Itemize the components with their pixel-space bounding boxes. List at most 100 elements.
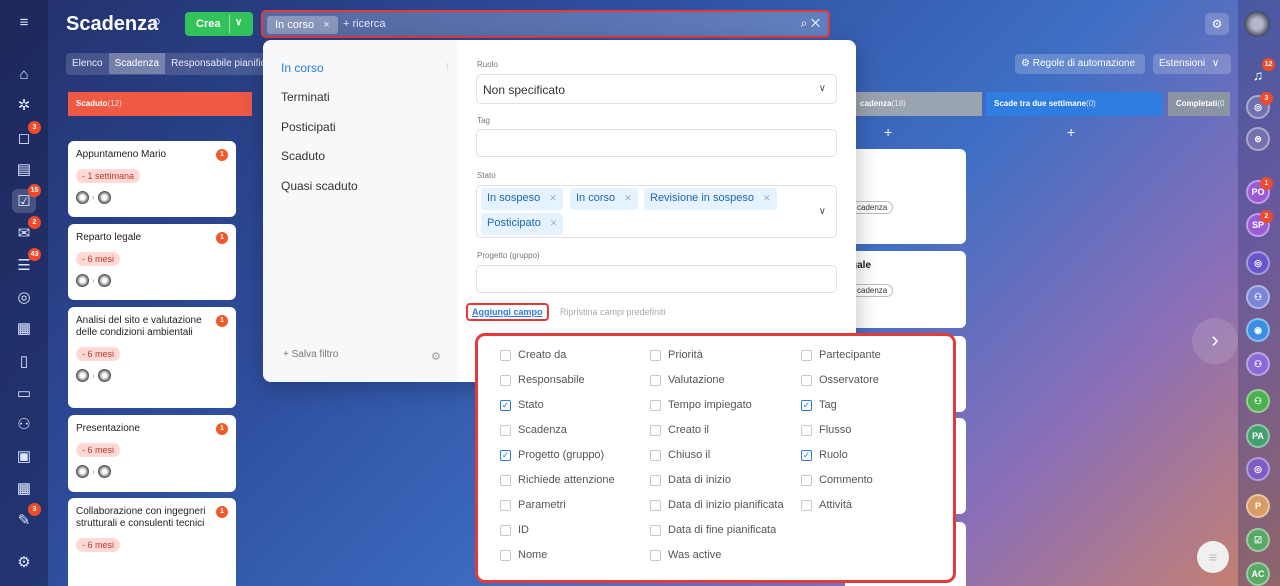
checkbox[interactable] [500,524,511,536]
task-card[interactable]: Appuntameno Mario 1 - 1 settimana › [68,141,236,217]
field-option[interactable]: Responsabile [500,374,585,386]
role-select[interactable]: Non specificato ∨ [476,74,837,104]
checkbox[interactable] [500,349,511,361]
tab-scadenza[interactable]: Scadenza [108,53,166,74]
preset-item[interactable]: Terminati [281,90,330,104]
document-icon[interactable]: ▯ [12,349,36,373]
add-task-button[interactable]: + [884,124,892,140]
reset-fields-button[interactable]: Ripristina campi predefiniti [560,307,666,317]
board-icon[interactable]: ▣ [12,444,36,468]
automation-rules-button[interactable]: ⚙ Regole di automazione [1015,54,1145,74]
target-icon[interactable]: ◎ [12,285,36,309]
field-option[interactable]: ID [500,524,529,536]
deadline-badge[interactable]: - 1 settimana [76,169,141,183]
checkbox[interactable] [801,424,812,436]
checkbox[interactable] [650,374,661,386]
task-card[interactable]: cadenza [845,149,966,244]
checkbox[interactable] [500,374,511,386]
checkbox[interactable] [801,349,812,361]
group-icon[interactable]: ◎ [1246,251,1270,275]
status-select[interactable]: In sospeso ✕ In corso ✕ Revisione in sospe… [476,185,837,238]
field-option[interactable]: Attività [801,499,852,511]
bell-icon[interactable]: ♫ 12 [1246,58,1275,87]
field-option[interactable]: Data di inizio pianificata [650,499,784,511]
status-tag[interactable]: Posticipato ✕ [481,213,564,235]
checkbox[interactable] [650,524,661,536]
checkbox[interactable] [650,399,661,411]
search-icon[interactable]: ⊜ [1246,127,1270,151]
task-card[interactable]: Reparto legale 1 - 6 mesi › [68,224,236,300]
preset-item[interactable]: In corso [281,61,324,75]
save-filter-button[interactable]: + Salva filtro [283,349,338,360]
deadline-badge[interactable]: - 6 mesi [76,443,121,457]
checkbox[interactable]: ✓ [500,449,511,461]
column-header-deadline[interactable]: cadenza(18) [852,92,982,116]
checkbox[interactable] [500,549,511,561]
field-option[interactable]: ✓ Ruolo [801,449,848,461]
close-icon[interactable]: ✕ [763,193,771,203]
feed-icon[interactable]: ▤ [12,157,36,181]
field-option[interactable]: ✓ Progetto (gruppo) [500,449,604,461]
status-tag[interactable]: In sospeso ✕ [481,188,563,210]
menu-icon[interactable]: ≡ [12,10,36,34]
status-tag[interactable]: In corso ✕ [570,188,638,210]
chevron-down-icon[interactable]: ∨ [235,17,242,28]
chat-icon[interactable]: ◉ [1246,318,1270,342]
field-option[interactable]: Data di fine pianificata [650,524,776,536]
checkbox[interactable] [801,499,812,511]
search-bar[interactable]: In corso × + ricerca ⌕ ✕ [261,10,830,38]
field-option[interactable]: Richiede attenzione [500,474,615,486]
tag-input[interactable] [476,129,837,157]
task-card[interactable]: Collaborazione con ingegneri strutturali… [68,498,236,586]
avatar[interactable]: SP 2 [1246,210,1273,237]
checkbox[interactable]: ✓ [801,449,812,461]
tab-elenco[interactable]: Elenco [66,53,109,74]
planner-icon[interactable]: ▦ [12,476,36,500]
field-option[interactable]: Priorità [650,349,703,361]
field-option[interactable]: Nome [500,549,547,561]
tasks-icon[interactable]: ☑ 15 [12,184,41,213]
preset-item[interactable]: Scaduto [281,149,325,163]
copilot-icon[interactable]: ◎ 3 [1246,92,1273,119]
field-option[interactable]: Flusso [801,424,851,436]
checkbox[interactable] [650,349,661,361]
checkbox[interactable] [650,474,661,486]
search-placeholder[interactable]: + ricerca [343,18,386,30]
field-option[interactable]: Was active [650,549,721,561]
checkbox[interactable] [500,499,511,511]
field-option[interactable]: Creato da [500,349,566,361]
gear-icon[interactable]: ⚙ [1205,13,1229,35]
drive-icon[interactable]: ▭ [12,381,36,405]
filter-chip[interactable]: In corso × [267,16,338,34]
column-header-overdue[interactable]: Scaduto(12) [68,92,252,116]
calendar-icon[interactable]: ▦ [12,316,36,340]
close-icon[interactable]: ✕ [550,218,558,228]
column-header-two-weeks[interactable]: Scade tra due settimane(0) [986,92,1162,116]
preset-item[interactable]: Quasi scaduto [281,179,358,193]
search-icon[interactable]: ⌕ ✕ [801,16,820,31]
preset-item[interactable]: Posticipati [281,120,336,134]
sign-icon[interactable]: ✎ 3 [12,503,41,532]
field-option[interactable]: Partecipante [801,349,881,361]
deadline-badge[interactable]: - 6 mesi [76,252,121,266]
people-icon[interactable]: ⚇ [1246,285,1270,309]
project-input[interactable] [476,265,837,293]
checkbox[interactable] [650,499,661,511]
checkbox[interactable]: ✓ [500,399,511,411]
checkbox[interactable] [650,549,661,561]
field-option[interactable]: Osservatore [801,374,879,386]
close-icon[interactable]: ✕ [624,193,632,203]
field-option[interactable]: Parametri [500,499,566,511]
checkbox[interactable] [650,449,661,461]
home-icon[interactable]: ⌂ [12,62,36,86]
checklist-icon[interactable]: ☑ [1246,528,1270,552]
list-menu-button[interactable]: ≡ [1197,541,1229,573]
avatar[interactable]: P [1246,494,1270,518]
task-card[interactable]: gale cadenza [845,251,966,328]
users-icon[interactable]: ⚇ [12,412,36,436]
field-option[interactable]: Data di inizio [650,474,731,486]
tab-responsabile[interactable]: Responsabile pianific [165,53,272,74]
settings-icon[interactable]: ⚙ [12,550,36,574]
field-option[interactable]: ✓ Tag [801,399,837,411]
add-field-button[interactable]: Aggiungi campo [466,303,549,321]
